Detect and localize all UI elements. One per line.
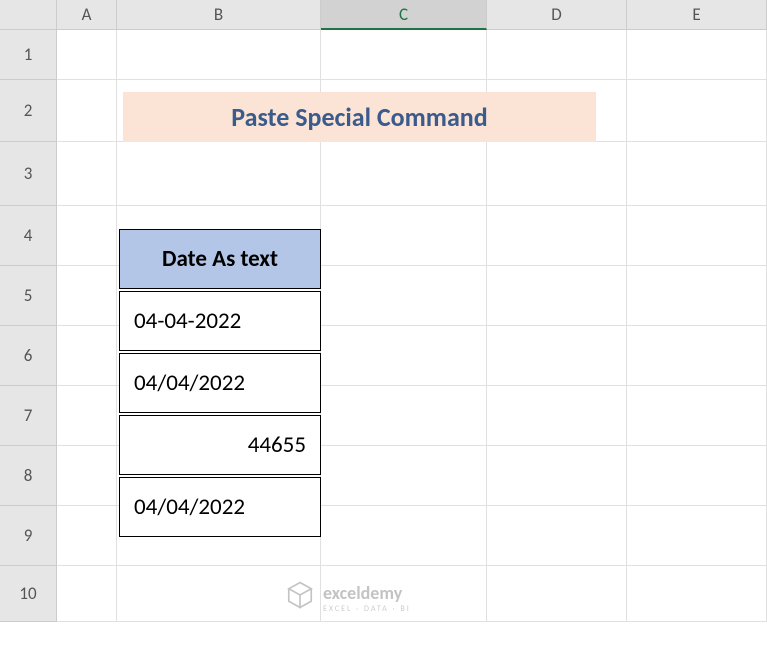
col-header-E[interactable]: E [627,0,767,30]
cell[interactable] [321,142,487,206]
select-all-corner[interactable] [0,0,57,30]
row-header-7[interactable]: 7 [0,386,57,446]
cell[interactable] [627,326,767,386]
cell[interactable] [57,506,117,566]
row-header-10[interactable]: 10 [0,566,57,622]
cell[interactable] [117,142,321,206]
cell[interactable] [487,266,627,326]
cell[interactable] [321,30,487,80]
row-header-8[interactable]: 8 [0,446,57,506]
cell[interactable] [627,206,767,266]
cell[interactable] [321,266,487,326]
cell[interactable] [57,266,117,326]
cell[interactable] [627,142,767,206]
cell[interactable] [57,566,117,622]
row-header-2[interactable]: 2 [0,80,57,142]
cell[interactable] [321,326,487,386]
col-header-B[interactable]: B [117,0,321,30]
cell[interactable] [57,386,117,446]
cell[interactable] [627,446,767,506]
cell[interactable] [487,446,627,506]
cell[interactable] [321,206,487,266]
cell[interactable] [487,30,627,80]
cell[interactable] [627,566,767,622]
cell[interactable] [57,446,117,506]
cell[interactable] [487,566,627,622]
cell[interactable] [321,506,487,566]
cell[interactable] [487,142,627,206]
row-header-4[interactable]: 4 [0,206,57,266]
table-row[interactable]: 04/04/2022 [119,353,321,413]
row-header-3[interactable]: 3 [0,142,57,206]
cell[interactable] [627,266,767,326]
col-header-C[interactable]: C [321,0,487,30]
data-table: Date As text 04-04-2022 04/04/2022 44655… [117,227,323,539]
table-row[interactable]: 04-04-2022 [119,291,321,351]
cell[interactable] [487,206,627,266]
table-row[interactable]: 04/04/2022 [119,477,321,537]
cell[interactable] [57,142,117,206]
cell[interactable] [57,80,117,142]
cell[interactable] [627,80,767,142]
watermark-brand: exceldemy [323,582,411,604]
cell[interactable] [487,506,627,566]
cell[interactable] [627,506,767,566]
cell[interactable] [117,30,321,80]
cell[interactable] [321,386,487,446]
table-row[interactable]: 44655 [119,415,321,475]
cell[interactable] [627,30,767,80]
cell[interactable] [57,206,117,266]
cube-icon [285,580,315,615]
cell[interactable] [627,386,767,446]
col-header-D[interactable]: D [487,0,627,30]
col-header-A[interactable]: A [57,0,117,30]
cell[interactable] [487,326,627,386]
table-header[interactable]: Date As text [119,229,321,289]
page-title: Paste Special Command [123,92,596,142]
cell[interactable] [57,326,117,386]
cell[interactable] [57,30,117,80]
cell[interactable] [487,386,627,446]
column-headers: A B C D E [0,0,767,30]
watermark-tagline: EXCEL · DATA · BI [323,604,411,614]
row-header-5[interactable]: 5 [0,266,57,326]
row-header-1[interactable]: 1 [0,30,57,80]
watermark: exceldemy EXCEL · DATA · BI [285,580,411,615]
row-header-6[interactable]: 6 [0,326,57,386]
row-header-9[interactable]: 9 [0,506,57,566]
cell[interactable] [321,446,487,506]
